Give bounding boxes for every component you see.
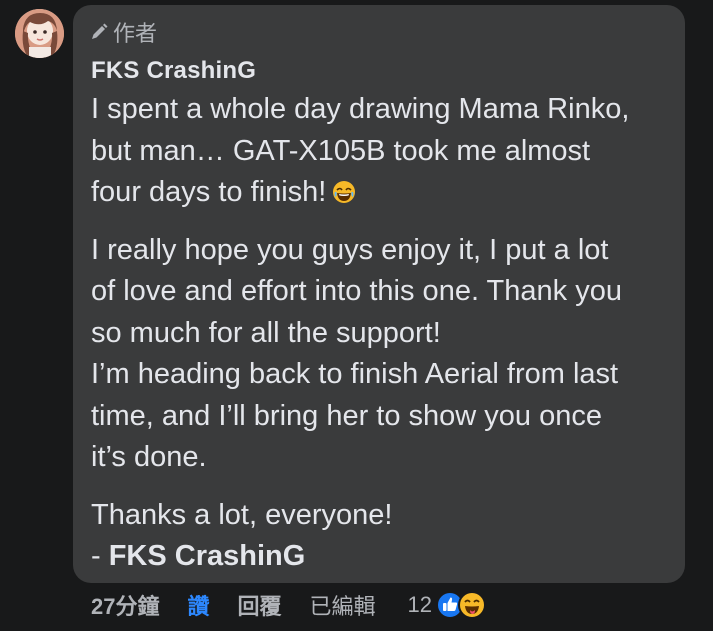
text-line: but man… GAT-X105B took me almost — [91, 134, 591, 167]
text-line: it’s done. — [91, 441, 207, 473]
text-line: so much for all the support! — [91, 316, 441, 349]
signature-line: - FKS CrashinG — [91, 536, 676, 578]
comment-actions: 27分鐘 讚 回覆 已編輯 12 — [91, 588, 487, 622]
author-badge: 作者 — [89, 18, 157, 46]
signature-prefix: - — [91, 540, 109, 572]
text-line-with-emoji: four days to finish! — [91, 172, 676, 214]
laughing-emoji-icon — [332, 175, 356, 203]
paragraph-3: Thanks a lot, everyone! - FKS CrashinG — [91, 495, 676, 578]
text-line: time, and I’ll bring her to show you onc… — [91, 399, 602, 432]
edited-label[interactable]: 已編輯 — [310, 589, 376, 621]
like-button[interactable]: 讚 — [187, 589, 209, 621]
text-line: of love and effort into this one. Thank … — [91, 275, 622, 307]
paragraph-2: I really hope you guys enjoy it, I put a… — [91, 230, 676, 479]
comment-bubble: 作者 FKS CrashinG I spent a whole day draw… — [73, 5, 685, 583]
text-line: four days to finish! — [91, 176, 327, 208]
reaction-count: 12 — [407, 592, 433, 617]
signature-name: FKS CrashinG — [108, 540, 306, 572]
reactions-summary[interactable]: 12 — [407, 591, 487, 619]
text-line: I really hope you guys enjoy it, I put a… — [91, 233, 609, 266]
author-name-link[interactable]: FKS CrashinG — [91, 57, 256, 85]
comment-container: 作者 FKS CrashinG I spent a whole day draw… — [0, 0, 713, 631]
paragraph-1: I spent a whole day drawing Mama Rinko, … — [91, 89, 676, 214]
timestamp-link[interactable]: 27分鐘 — [91, 589, 159, 621]
author-badge-label: 作者 — [113, 21, 158, 46]
text-line: I spent a whole day drawing Mama Rinko, — [91, 93, 630, 125]
comment-body: I spent a whole day drawing Mama Rinko, … — [91, 89, 676, 578]
text-line: Thanks a lot, everyone! — [91, 498, 393, 531]
laughing-icon — [458, 591, 487, 619]
reply-button[interactable]: 回覆 — [238, 589, 282, 621]
profile-picture-icon — [15, 9, 64, 58]
text-line: I’m heading back to finish Aerial from l… — [91, 358, 619, 390]
avatar[interactable] — [15, 9, 64, 58]
pencil-icon — [89, 22, 109, 42]
